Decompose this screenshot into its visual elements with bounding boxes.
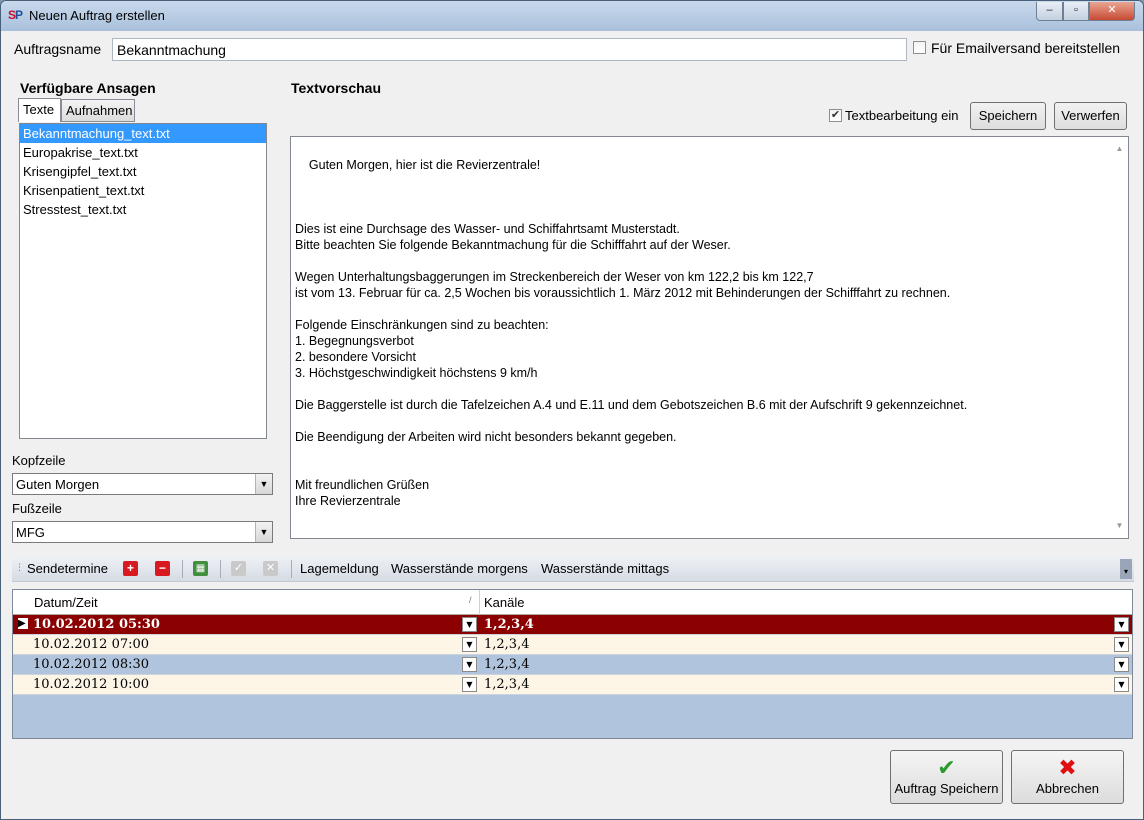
chevron-down-icon[interactable]: ▼ <box>1114 617 1129 632</box>
chevron-down-icon[interactable]: ▼ <box>255 474 272 494</box>
schedule-toolbar: ⋮ Sendetermine + − ▦ ✓ ✕ Lagemeldung Was… <box>12 557 1134 582</box>
grid-header: Datum/Zeit / Kanäle <box>13 590 1132 615</box>
table-row[interactable]: ▶ 10.02.2012 05:30 ▼ 1,2,3,4 ▼ <box>13 615 1132 635</box>
preset-wasserstaende-morgens[interactable]: Wasserstände morgens <box>391 561 528 576</box>
chevron-down-icon[interactable]: ▼ <box>1114 657 1129 672</box>
save-job-label: Auftrag Speichern <box>894 781 999 796</box>
toolbar-title: Sendetermine <box>27 561 108 576</box>
channels-cell[interactable]: 1,2,3,4 <box>484 675 529 694</box>
email-checkbox[interactable] <box>913 41 926 54</box>
fusszeile-label: Fußzeile <box>12 501 62 516</box>
datetime-cell[interactable]: 10.02.2012 05:30 <box>33 615 160 634</box>
edit-checkbox[interactable]: ✔ <box>829 109 842 122</box>
text-preview-area[interactable]: Guten Morgen, hier ist die Revierzentral… <box>290 136 1129 539</box>
clear-icon[interactable]: ✕ <box>263 561 278 576</box>
column-header-datetime[interactable]: Datum/Zeit <box>34 595 98 610</box>
cancel-button[interactable]: ✖ Abbrechen <box>1011 750 1124 804</box>
preset-wasserstaende-mittags[interactable]: Wasserstände mittags <box>541 561 669 576</box>
schedule-grid: Datum/Zeit / Kanäle ▶ 10.02.2012 05:30 ▼… <box>12 589 1133 739</box>
table-row[interactable]: 10.02.2012 10:00 ▼ 1,2,3,4 ▼ <box>13 675 1132 695</box>
row-indicator-icon: ▶ <box>18 618 28 629</box>
preview-group-title: Textvorschau <box>291 80 381 96</box>
fusszeile-value: MFG <box>16 525 45 540</box>
kopfzeile-label: Kopfzeile <box>12 453 66 468</box>
tab-aufnahmen[interactable]: Aufnahmen <box>61 99 135 122</box>
ansagen-group-title: Verfügbare Ansagen <box>20 80 156 96</box>
preview-scrollbar[interactable]: ▲ ▼ <box>1111 137 1128 538</box>
datetime-cell[interactable]: 10.02.2012 07:00 <box>33 635 149 654</box>
scroll-up-icon[interactable]: ▲ <box>1111 141 1128 157</box>
job-name-input[interactable]: Bekanntmachung <box>112 38 907 61</box>
chevron-down-icon[interactable]: ▼ <box>462 657 477 672</box>
chevron-down-icon[interactable]: ▼ <box>462 617 477 632</box>
calendar-icon[interactable]: ▦ <box>193 561 208 576</box>
checkmark-icon: ✔ <box>937 755 956 780</box>
remove-icon[interactable]: − <box>155 561 170 576</box>
fusszeile-select[interactable]: MFG ▼ <box>12 521 273 543</box>
close-button[interactable]: ✕ <box>1089 2 1135 21</box>
toolbar-overflow-icon[interactable]: ▾ <box>1120 559 1132 579</box>
kopfzeile-value: Guten Morgen <box>16 477 100 492</box>
ansagen-list[interactable]: Bekanntmachung_text.txt Europakrise_text… <box>19 123 267 439</box>
channels-cell[interactable]: 1,2,3,4 <box>484 615 534 634</box>
column-header-channels[interactable]: Kanäle <box>484 595 524 610</box>
list-item[interactable]: Europakrise_text.txt <box>20 143 266 162</box>
channels-cell[interactable]: 1,2,3,4 <box>484 655 529 674</box>
chevron-down-icon[interactable]: ▼ <box>255 522 272 542</box>
job-name-label: Auftragsname <box>14 41 102 57</box>
list-item[interactable]: Stresstest_text.txt <box>20 200 266 219</box>
cancel-label: Abbrechen <box>1036 781 1099 796</box>
table-row[interactable]: 10.02.2012 07:00 ▼ 1,2,3,4 ▼ <box>13 635 1132 655</box>
email-checkbox-label: Für Emailversand bereitstellen <box>931 40 1121 56</box>
preset-lagemeldung[interactable]: Lagemeldung <box>300 561 379 576</box>
toolbar-separator <box>182 560 183 578</box>
add-icon[interactable]: + <box>123 561 138 576</box>
tab-texte[interactable]: Texte <box>18 98 61 122</box>
toolbar-separator <box>291 560 292 578</box>
channels-cell[interactable]: 1,2,3,4 <box>484 635 529 654</box>
edit-checkbox-label: Textbearbeitung ein <box>845 108 959 123</box>
chevron-down-icon[interactable]: ▼ <box>462 637 477 652</box>
discard-text-button[interactable]: Verwerfen <box>1054 102 1127 130</box>
datetime-cell[interactable]: 10.02.2012 10:00 <box>33 675 149 694</box>
dialog-window: SP Neuen Auftrag erstellen ‒ ▫ ✕ Auftrag… <box>0 0 1144 820</box>
column-divider[interactable] <box>479 590 480 615</box>
list-item[interactable]: Krisengipfel_text.txt <box>20 162 266 181</box>
chevron-down-icon[interactable]: ▼ <box>1114 637 1129 652</box>
app-logo-icon: SP <box>8 8 23 22</box>
list-item[interactable]: Bekanntmachung_text.txt <box>20 124 266 143</box>
grip-icon[interactable]: ⋮ <box>15 562 24 573</box>
check-icon[interactable]: ✓ <box>231 561 246 576</box>
datetime-cell[interactable]: 10.02.2012 08:30 <box>33 655 149 674</box>
title-bar[interactable]: SP Neuen Auftrag erstellen ‒ ▫ ✕ <box>1 1 1143 31</box>
minimize-button[interactable]: ‒ <box>1036 2 1063 21</box>
chevron-down-icon[interactable]: ▼ <box>1114 677 1129 692</box>
scroll-down-icon[interactable]: ▼ <box>1111 518 1128 534</box>
save-job-button[interactable]: ✔ Auftrag Speichern <box>890 750 1003 804</box>
save-text-button[interactable]: Speichern <box>970 102 1046 130</box>
chevron-down-icon[interactable]: ▼ <box>462 677 477 692</box>
list-item[interactable]: Krisenpatient_text.txt <box>20 181 266 200</box>
window-title: Neuen Auftrag erstellen <box>29 8 165 23</box>
table-row[interactable]: 10.02.2012 08:30 ▼ 1,2,3,4 ▼ <box>13 655 1132 675</box>
toolbar-separator <box>220 560 221 578</box>
cross-icon: ✖ <box>1058 755 1077 780</box>
sort-icon: / <box>469 595 472 605</box>
preview-text: Guten Morgen, hier ist die Revierzentral… <box>295 158 968 508</box>
maximize-button[interactable]: ▫ <box>1063 2 1089 21</box>
kopfzeile-select[interactable]: Guten Morgen ▼ <box>12 473 273 495</box>
